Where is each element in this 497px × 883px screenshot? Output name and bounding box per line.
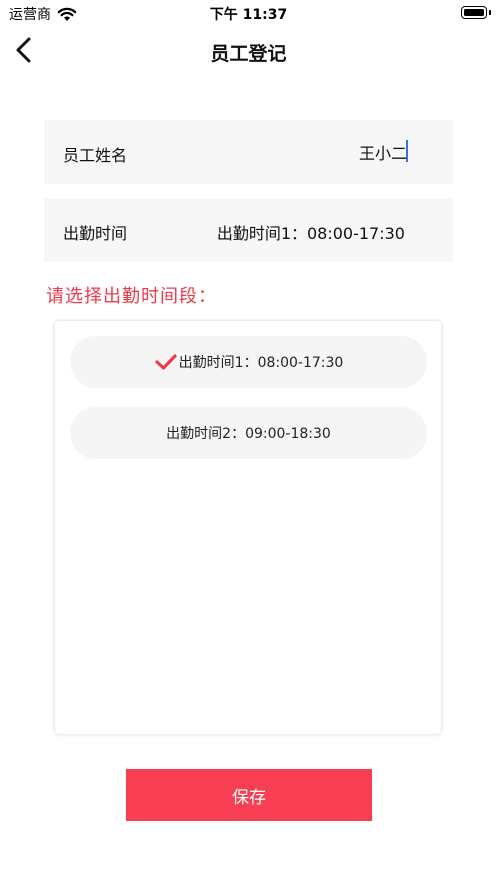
employee-name-label: 员工姓名 bbox=[63, 146, 128, 165]
time-slot-picker: 出勤时间1：08:00-17:30 出勤时间2：09:00-18:30 bbox=[55, 321, 441, 734]
employee-name-input[interactable] bbox=[287, 140, 407, 164]
attendance-time-row[interactable]: 出勤时间 出勤时间1：08:00-17:30 bbox=[44, 198, 453, 262]
attendance-time-label: 出勤时间 bbox=[63, 224, 128, 243]
checkmark-icon bbox=[155, 354, 177, 370]
nav-bar: 员工登记 bbox=[0, 26, 497, 76]
status-bar: 运营商 下午 11:37 bbox=[0, 0, 497, 26]
time-slot-option-1[interactable]: 出勤时间1：08:00-17:30 bbox=[70, 336, 427, 388]
text-caret bbox=[406, 140, 408, 162]
time-slot-option-2[interactable]: 出勤时间2：09:00-18:30 bbox=[70, 407, 427, 459]
time-slot-option-label: 出勤时间2：09:00-18:30 bbox=[166, 426, 331, 442]
employee-name-row: 员工姓名 bbox=[44, 120, 453, 184]
status-time: 下午 11:37 bbox=[209, 7, 288, 23]
attendance-time-value: 出勤时间1：08:00-17:30 bbox=[216, 224, 405, 243]
time-slot-option-label: 出勤时间1：08:00-17:30 bbox=[178, 355, 344, 371]
save-button[interactable]: 保存 bbox=[126, 769, 372, 821]
select-time-prompt: 请选择出勤时间段： bbox=[46, 286, 217, 307]
battery-icon bbox=[461, 6, 491, 19]
page-title: 员工登记 bbox=[210, 43, 287, 65]
